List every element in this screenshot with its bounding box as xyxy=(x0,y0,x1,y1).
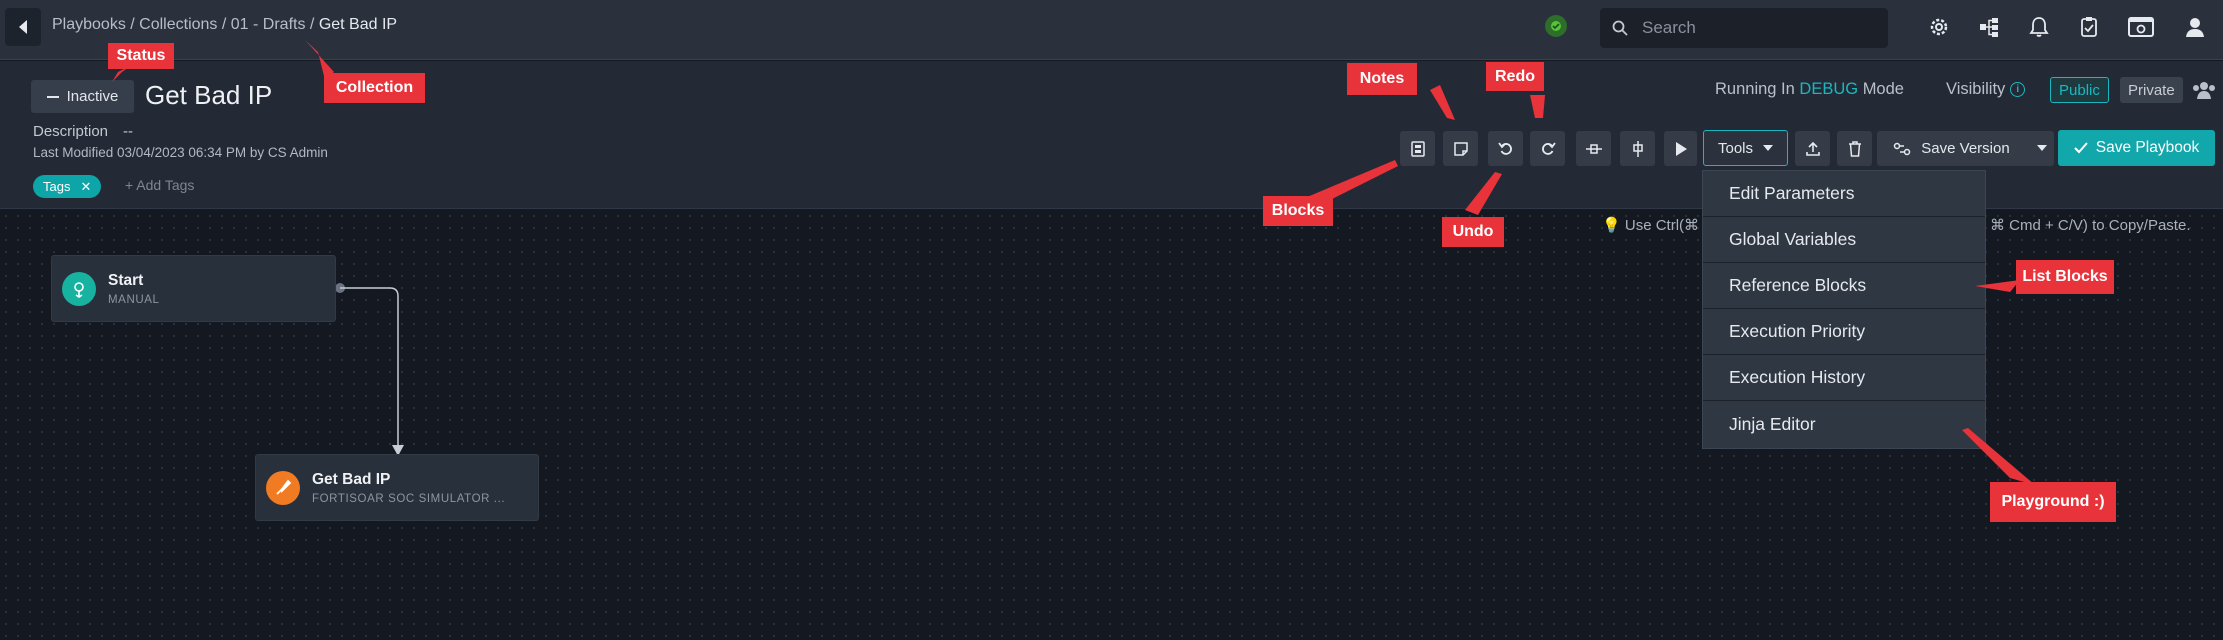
step-subtitle: MANUAL xyxy=(108,293,160,306)
callout-status: Status xyxy=(108,43,174,69)
status-label: Inactive xyxy=(66,88,119,105)
notes-button[interactable] xyxy=(1443,131,1478,166)
connector-horizontal-icon xyxy=(1585,143,1602,154)
tag-chip: Tags ✕ xyxy=(33,175,102,198)
breadcrumb-current: Get Bad IP xyxy=(318,16,398,33)
step-start[interactable]: Start MANUAL xyxy=(51,255,336,322)
hierarchy-icon[interactable] xyxy=(1976,14,2002,40)
save-version-button[interactable]: Save Version xyxy=(1877,131,2054,166)
search-icon xyxy=(1612,20,1628,36)
save-version-menu-toggle[interactable] xyxy=(2030,140,2054,156)
running-mode-value[interactable]: DEBUG xyxy=(1799,80,1858,98)
bell-icon[interactable] xyxy=(2026,14,2052,40)
redo-button[interactable] xyxy=(1530,131,1565,166)
visibility-label: Visibility i xyxy=(1946,80,2026,99)
blocks-icon xyxy=(1410,140,1425,157)
connection-status-icon[interactable] xyxy=(1545,15,1567,37)
page-title[interactable]: Get Bad IP xyxy=(145,80,272,111)
caret-down-icon xyxy=(1763,145,1774,151)
back-button[interactable] xyxy=(5,8,41,46)
play-icon xyxy=(1675,141,1687,156)
upload-icon xyxy=(1805,141,1820,156)
menu-item-execution-history[interactable]: Execution History xyxy=(1703,355,1985,401)
running-prefix: Running In xyxy=(1715,80,1795,98)
arrow-left-icon xyxy=(19,20,27,34)
check-icon xyxy=(2074,142,2088,154)
status-toggle[interactable]: Inactive xyxy=(31,80,134,113)
running-mode: Running In DEBUG Mode xyxy=(1715,80,1904,99)
visibility-public-button[interactable]: Public xyxy=(2050,77,2109,103)
delete-button[interactable] xyxy=(1837,131,1872,166)
run-button[interactable] xyxy=(1664,131,1697,166)
undo-button[interactable] xyxy=(1488,131,1523,166)
menu-item-execution-priority[interactable]: Execution Priority xyxy=(1703,309,1985,355)
visibility-private-button[interactable]: Private xyxy=(2120,77,2183,103)
window-gear-icon[interactable] xyxy=(2128,14,2154,40)
trash-icon xyxy=(1848,140,1861,157)
step-connector[interactable] xyxy=(330,280,410,460)
note-icon xyxy=(1453,141,1468,156)
search-input[interactable] xyxy=(1642,18,1872,38)
step-subtitle: FORTISOAR SOC SIMULATOR ... xyxy=(312,492,506,505)
last-modified: Last Modified 03/04/2023 06:34 PM by CS … xyxy=(33,145,328,160)
hint-text-left: Use Ctrl(⌘ xyxy=(1624,217,1700,234)
caret-down-icon xyxy=(2037,145,2047,151)
callout-blocks: Blocks xyxy=(1263,196,1333,226)
menu-item-global-variables[interactable]: Global Variables xyxy=(1703,217,1985,263)
save-version-label: Save Version xyxy=(1921,140,2010,157)
callout-list-blocks: List Blocks xyxy=(2016,260,2114,294)
step-title: Get Bad IP xyxy=(312,470,391,488)
menu-item-edit-parameters[interactable]: Edit Parameters xyxy=(1703,171,1985,217)
callout-playground: Playground :) xyxy=(1990,482,2116,522)
tools-dropdown-button[interactable]: Tools xyxy=(1703,130,1788,166)
export-button[interactable] xyxy=(1795,131,1830,166)
save-playbook-label: Save Playbook xyxy=(2095,139,2200,156)
info-icon[interactable]: i xyxy=(2010,82,2026,97)
connect-horizontal-button[interactable] xyxy=(1576,131,1611,166)
tools-label: Tools xyxy=(1717,139,1754,157)
dash-icon xyxy=(46,95,59,98)
save-playbook-button[interactable]: Save Playbook xyxy=(2058,130,2215,166)
gear-icon[interactable] xyxy=(1926,14,1952,40)
redo-icon xyxy=(1541,141,1556,155)
callout-undo: Undo xyxy=(1442,217,1504,247)
connect-vertical-button[interactable] xyxy=(1620,131,1655,166)
copy-paste-hint: 💡 Use Ctrl(⌘ xyxy=(1602,216,1699,234)
running-suffix: Mode xyxy=(1862,80,1904,98)
breadcrumb-separator: / xyxy=(305,16,319,33)
callout-notes: Notes xyxy=(1347,63,1417,95)
search-box[interactable] xyxy=(1600,8,1888,48)
add-tags-link[interactable]: + Add Tags xyxy=(125,177,194,193)
clipboard-check-icon[interactable] xyxy=(2076,14,2102,40)
breadcrumb-drafts[interactable]: 01 - Drafts xyxy=(231,16,306,34)
tag-label: Tags xyxy=(43,179,71,194)
breadcrumb: Playbooks / Collections / 01 - Drafts / … xyxy=(52,16,397,34)
menu-item-jinja-editor[interactable]: Jinja Editor xyxy=(1703,401,1985,447)
breadcrumb-separator: / xyxy=(125,16,140,33)
visibility-text: Visibility xyxy=(1946,80,2006,98)
team-icon[interactable] xyxy=(2192,80,2216,100)
breadcrumb-playbooks[interactable]: Playbooks xyxy=(52,16,126,34)
tools-menu: Edit Parameters Global Variables Referen… xyxy=(1702,170,1986,449)
description-value[interactable]: -- xyxy=(123,123,133,140)
callout-collection: Collection xyxy=(324,73,425,103)
breadcrumb-collections[interactable]: Collections xyxy=(139,16,217,34)
manual-trigger-icon xyxy=(62,271,96,306)
undo-icon xyxy=(1497,141,1512,155)
lightbulb-icon: 💡 xyxy=(1602,217,1621,234)
connector-action-icon xyxy=(266,470,300,505)
menu-item-reference-blocks[interactable]: Reference Blocks xyxy=(1703,263,1985,309)
step-get-bad-ip[interactable]: Get Bad IP FORTISOAR SOC SIMULATOR ... xyxy=(255,454,539,521)
step-title: Start xyxy=(108,271,144,289)
user-avatar-icon[interactable] xyxy=(2182,14,2208,40)
callout-redo: Redo xyxy=(1486,62,1544,91)
blocks-button[interactable] xyxy=(1400,131,1435,166)
close-icon[interactable]: ✕ xyxy=(80,179,91,195)
description-label: Description xyxy=(33,123,109,140)
hint-text-right: ⌘ Cmd + C/V) to Copy/Paste. xyxy=(1990,217,2191,234)
connector-vertical-icon xyxy=(1632,140,1643,157)
breadcrumb-separator: / xyxy=(217,16,231,33)
version-icon xyxy=(1894,142,1911,155)
